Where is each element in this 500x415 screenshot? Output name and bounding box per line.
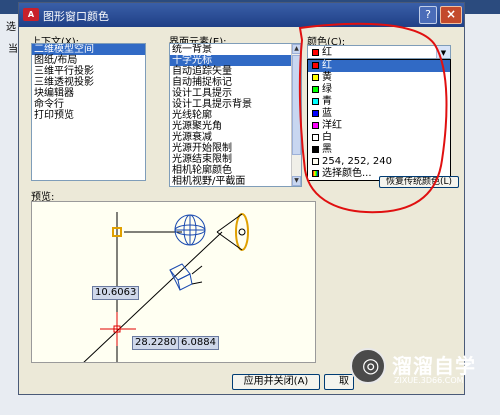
red-highlight-circle (298, 22, 448, 214)
watermark-logo-icon: ◎ (350, 348, 386, 384)
watermark-url: ZIXUE.3D66.COM (394, 376, 464, 385)
watermark: ◎ 溜溜自学 ZIXUE.3D66.COM (350, 344, 500, 394)
watermark-text: 溜溜自学 (392, 354, 476, 378)
